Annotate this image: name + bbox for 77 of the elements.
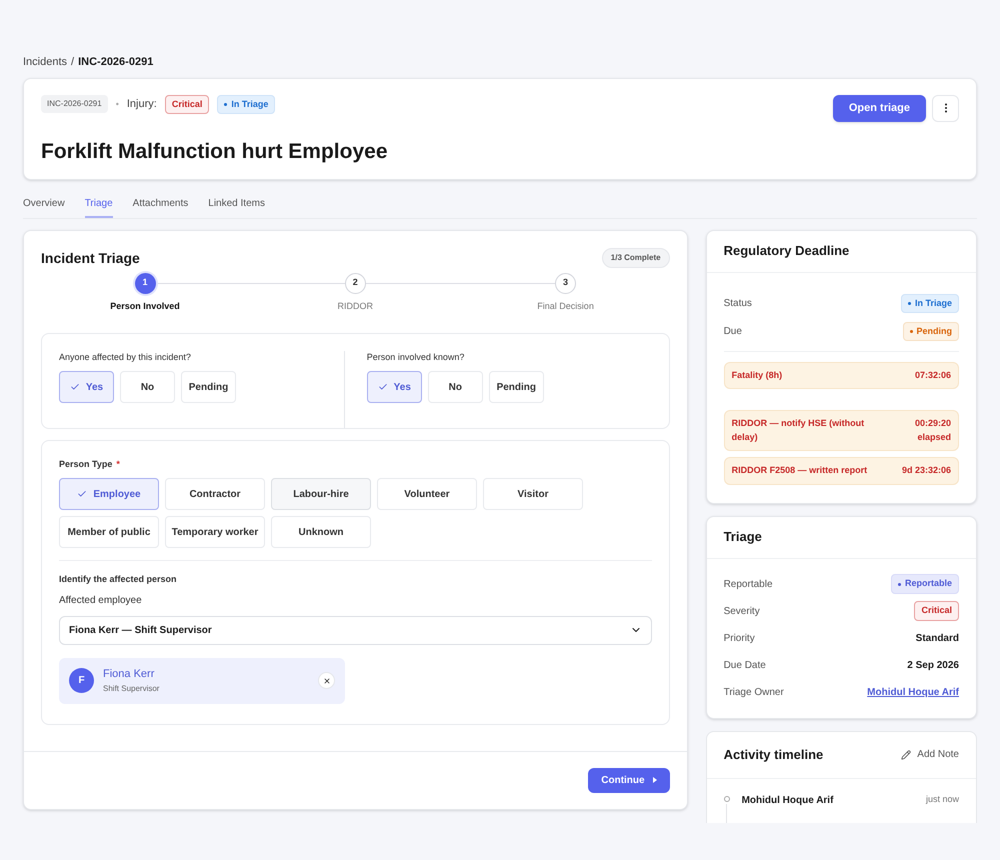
breadcrumb-link[interactable]: Incidents bbox=[23, 54, 68, 70]
card-title: Triage bbox=[706, 516, 976, 558]
tab[interactable]: Linked Items bbox=[208, 196, 265, 218]
step-label: RIDDOR bbox=[338, 300, 374, 312]
breadcrumb-separator: / bbox=[71, 55, 74, 70]
choice-button[interactable]: Unknown bbox=[271, 516, 371, 548]
avatar: F bbox=[69, 668, 94, 693]
tab[interactable]: Triage bbox=[84, 196, 113, 218]
owner-link[interactable]: Mohidul Hoque Arif bbox=[867, 684, 959, 700]
timer-label: RIDDOR — notify HSE (without delay) bbox=[732, 417, 866, 444]
status-badge: Pending bbox=[902, 322, 959, 342]
section-heading: Identify the affected person bbox=[59, 573, 178, 586]
continue-button[interactable]: Continue bbox=[588, 768, 670, 792]
add-note-button[interactable]: Add Note bbox=[901, 747, 959, 762]
timer-value: 00:29:20 elapsed bbox=[914, 417, 951, 444]
status-badge: In Triage bbox=[217, 94, 276, 114]
question-label: Person involved known? bbox=[366, 350, 466, 364]
field-label: Affected employee bbox=[59, 594, 143, 608]
step-label: Person Involved bbox=[110, 300, 180, 312]
field-label: Due bbox=[724, 325, 742, 339]
timer-label: RIDDOR F2508 — written report bbox=[732, 464, 868, 477]
timer-label: Fatality (8h) bbox=[732, 368, 784, 382]
category-label: Injury: bbox=[126, 97, 157, 112]
field-value: 2 Sep 2026 bbox=[907, 658, 959, 672]
entry-author: Mohidul Hoque Arif bbox=[742, 794, 834, 808]
breadcrumb-current: INC-2026-0291 bbox=[78, 55, 154, 70]
status-badge: Reportable bbox=[890, 574, 959, 594]
required-mark: * bbox=[116, 458, 120, 470]
separator-dot: • bbox=[116, 98, 119, 110]
status-badge: In Triage bbox=[900, 294, 959, 314]
tab[interactable]: Attachments bbox=[132, 196, 188, 218]
choice-button[interactable]: Temporary worker bbox=[165, 516, 265, 548]
choice-button[interactable]: Volunteer bbox=[377, 478, 477, 510]
check-icon bbox=[77, 489, 88, 499]
field-label: Triage Owner bbox=[724, 686, 784, 700]
field-label: Priority bbox=[724, 632, 755, 646]
choice-button[interactable]: Labour-hire bbox=[271, 478, 371, 510]
field-label: Due Date bbox=[724, 658, 766, 672]
person-role: Shift Supervisor bbox=[103, 682, 160, 695]
choice-button[interactable]: Employee bbox=[59, 478, 159, 510]
close-icon bbox=[322, 676, 330, 684]
choice-button[interactable]: Contractor bbox=[165, 478, 265, 510]
choice-button[interactable]: Pending bbox=[181, 371, 236, 403]
choice-button[interactable]: No bbox=[428, 371, 483, 403]
status-badge: Critical bbox=[914, 601, 959, 621]
entry-time: just now bbox=[926, 792, 959, 806]
check-icon bbox=[70, 382, 80, 392]
question-label: Anyone affected by this incident? bbox=[59, 350, 192, 364]
field-value: Standard bbox=[916, 632, 959, 646]
field-label: Status bbox=[724, 297, 752, 311]
step-label: Final Decision bbox=[537, 300, 594, 312]
progress-badge: 1/3 Complete bbox=[602, 248, 670, 268]
tab[interactable]: Overview bbox=[23, 196, 65, 218]
card-title: Activity timeline bbox=[724, 746, 824, 764]
incident-id: INC-2026-0291 bbox=[41, 95, 108, 114]
check-icon bbox=[378, 382, 388, 392]
open-triage-button[interactable]: Open triage bbox=[832, 94, 926, 122]
choice-button[interactable]: Yes bbox=[59, 371, 114, 403]
card-title: Incident Triage bbox=[41, 248, 140, 268]
incident-title: Forklift Malfunction hurt Employee bbox=[41, 139, 388, 165]
employee-select[interactable]: Fiona Kerr — Shift Supervisor bbox=[59, 616, 652, 644]
timer-value: 07:32:06 bbox=[914, 368, 951, 382]
field-label: Person Type bbox=[59, 458, 112, 471]
remove-button[interactable] bbox=[318, 672, 335, 689]
choice-button[interactable]: Visitor bbox=[483, 478, 583, 510]
card-title: Regulatory Deadline bbox=[706, 230, 976, 272]
field-label: Reportable bbox=[724, 578, 772, 592]
caret-right-icon bbox=[652, 777, 657, 783]
pencil-icon bbox=[901, 750, 912, 760]
choice-button[interactable]: Pending bbox=[488, 371, 544, 403]
choice-button[interactable]: Yes bbox=[366, 371, 422, 403]
choice-button[interactable]: Member of public bbox=[59, 516, 159, 548]
person-name: Fiona Kerr bbox=[103, 667, 156, 682]
field-label: Severity bbox=[724, 604, 760, 618]
timer-value: 9d 23:32:06 bbox=[902, 464, 951, 477]
status-badge: Critical bbox=[164, 94, 210, 114]
choice-button[interactable]: No bbox=[120, 371, 175, 403]
